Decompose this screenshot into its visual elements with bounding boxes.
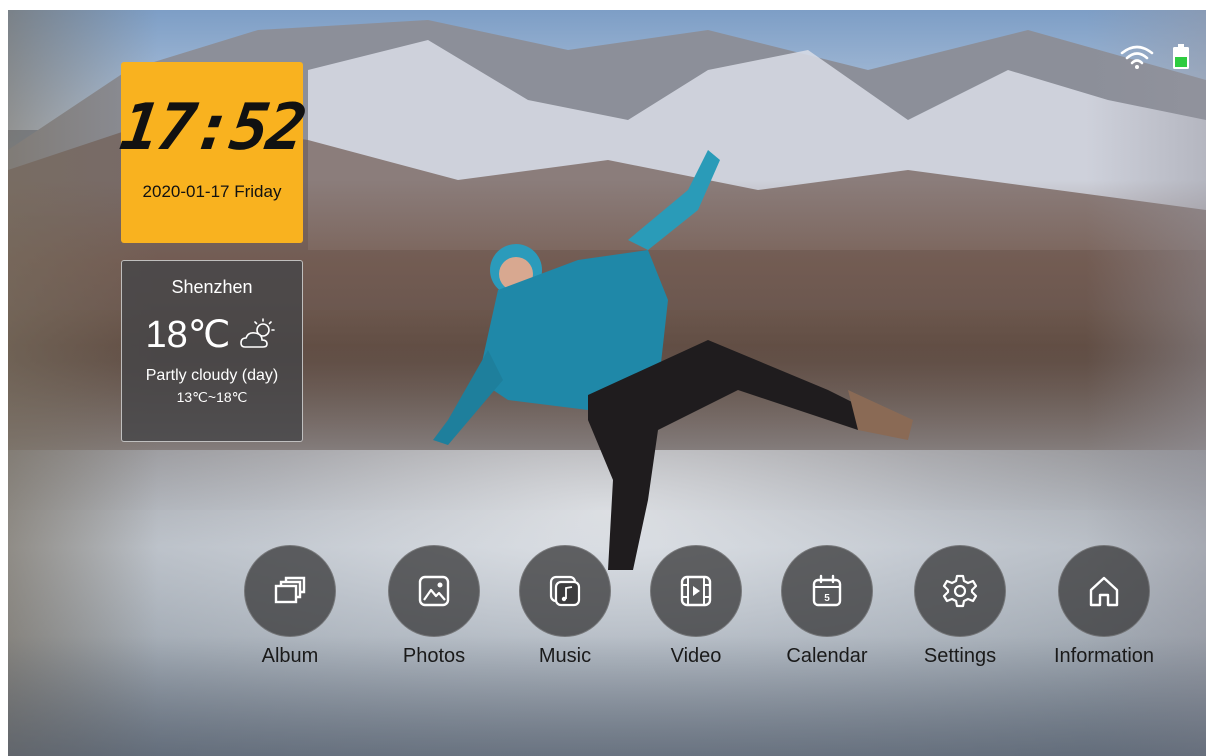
status-bar [1120,44,1190,70]
album-icon [274,576,306,604]
partly-cloudy-icon [240,317,276,348]
video-button[interactable] [650,545,742,637]
dock-label-information: Information [1053,645,1155,667]
wifi-icon [1120,45,1154,69]
information-button[interactable] [1058,545,1150,637]
dock-label-video: Video [670,645,722,667]
calendar-icon-digit: 5 [824,593,830,604]
weather-temperature: 18℃ [145,314,231,356]
clock-widget[interactable]: 17:52 2020-01-17 Friday [116,62,309,243]
music-button[interactable] [519,545,611,637]
dock-item-calendar[interactable]: 5 Calendar [767,545,887,668]
background-person [433,150,913,570]
weather-main: 18℃ [122,312,302,357]
video-icon [680,575,712,607]
weather-range: 13℃~18℃ [176,389,248,405]
music-icon [549,575,581,607]
dock-label-photos: Photos [402,645,466,667]
battery-icon [1173,44,1189,69]
album-button[interactable] [244,545,336,637]
dock-item-photos[interactable]: Photos [374,545,494,668]
battery-level [1175,57,1187,67]
dock-label-music: Music [538,645,592,667]
dock-label-settings: Settings [923,645,997,667]
dock-item-video[interactable]: Video [636,545,756,668]
settings-icon [942,574,978,608]
clock-date: 2020-01-17 Friday [142,182,282,201]
weather-city: Shenzhen [171,277,253,297]
calendar-icon: 5 [812,574,842,607]
home-screen: 17:52 2020-01-17 Friday Shenzhen 18℃ Par… [8,10,1206,756]
dock-item-settings[interactable]: Settings [900,545,1020,668]
dock-label-calendar: Calendar [786,645,868,667]
dock-item-album[interactable]: Album [230,545,350,668]
weather-condition: Partly cloudy (day) [145,367,279,384]
dock-item-music[interactable]: Music [505,545,625,668]
photos-button[interactable] [388,545,480,637]
dock-item-information[interactable]: Information [1044,545,1164,668]
clock-time: 17:52 [115,91,309,165]
settings-button[interactable] [914,545,1006,637]
calendar-button[interactable]: 5 [781,545,873,637]
dock-label-album: Album [261,645,319,667]
weather-widget[interactable]: Shenzhen 18℃ Partly cloudy (day) 13℃~18℃ [121,260,303,442]
photos-icon [418,575,450,607]
home-icon [1089,576,1119,607]
